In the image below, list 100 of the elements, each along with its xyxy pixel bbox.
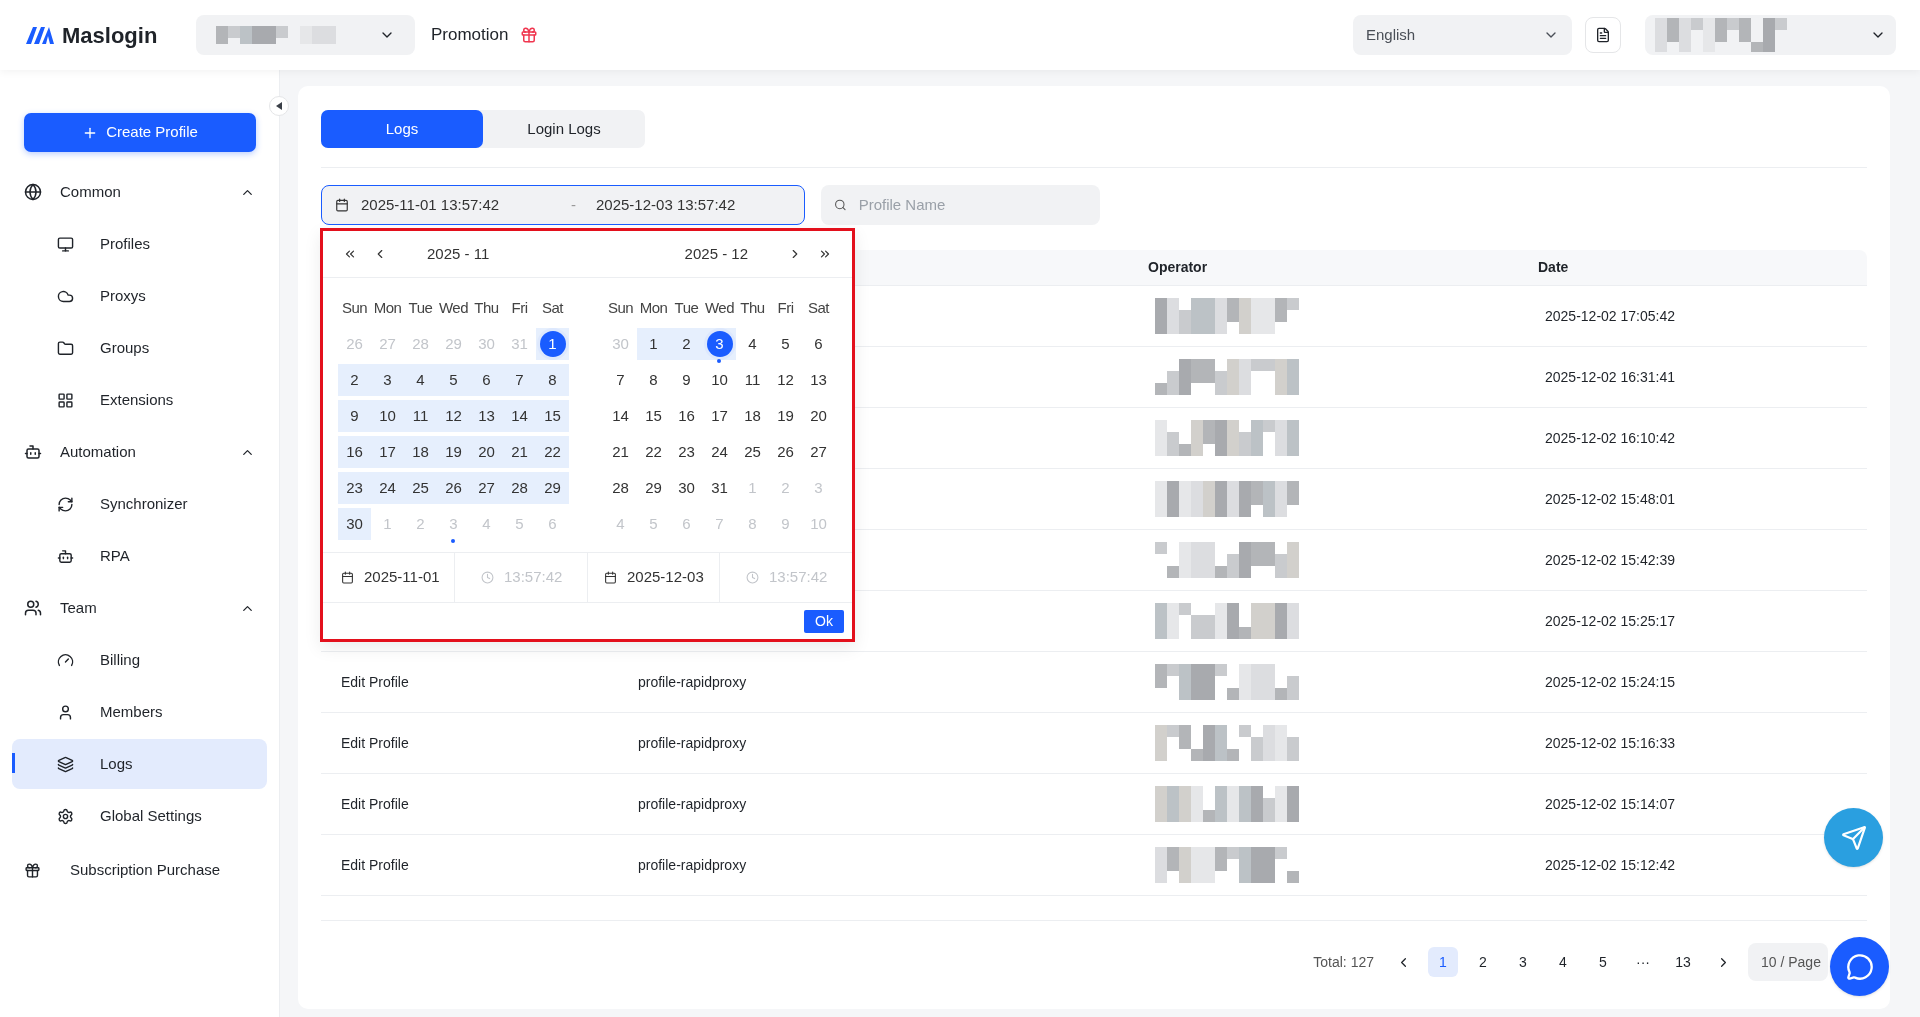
sidebar-item[interactable]: Extensions bbox=[12, 375, 267, 425]
table-cell: 2025-12-02 15:25:17 bbox=[1545, 612, 1675, 629]
day-cell[interactable]: 18 bbox=[739, 403, 766, 429]
table-cell: 2025-12-02 16:10:42 bbox=[1545, 429, 1675, 446]
table-cell: 2025-12-02 17:05:42 bbox=[1545, 307, 1675, 324]
tab[interactable]: Logs bbox=[321, 110, 483, 148]
page-button[interactable]: 1 bbox=[1428, 947, 1458, 977]
day-cell[interactable]: 27 bbox=[805, 439, 832, 465]
sidebar-group[interactable]: Automation bbox=[12, 426, 267, 478]
weekday-label: Wed bbox=[703, 297, 736, 318]
weekday-label: Tue bbox=[673, 297, 700, 318]
double-chevron-right-icon[interactable] bbox=[818, 247, 832, 261]
weekday-label: Sun bbox=[340, 297, 369, 318]
search-input[interactable]: Profile Name bbox=[858, 193, 1087, 217]
day-cell[interactable]: 11 bbox=[739, 367, 766, 393]
search-field[interactable]: Profile Name bbox=[821, 185, 1100, 225]
page-button[interactable]: 13 bbox=[1668, 947, 1698, 977]
weekday-label: Fri bbox=[776, 297, 795, 318]
ok-button[interactable]: Ok bbox=[804, 609, 844, 633]
language-select[interactable]: English bbox=[1353, 15, 1572, 55]
brand-name: Maslogin bbox=[62, 21, 158, 50]
day-cell[interactable]: 20 bbox=[805, 403, 832, 429]
day-cell[interactable]: 21 bbox=[607, 439, 634, 465]
day-cell[interactable]: 28 bbox=[607, 475, 634, 501]
day-cell[interactable]: 26 bbox=[772, 439, 799, 465]
range-separator: - bbox=[571, 194, 576, 215]
end-date-value: 2025-12-03 13:57:42 bbox=[596, 194, 736, 215]
day-cell[interactable]: 15 bbox=[640, 403, 667, 429]
day-cell[interactable]: 8 bbox=[640, 367, 667, 393]
item-icon bbox=[57, 235, 74, 253]
date-range-field[interactable]: 2025-11-01 13:57:42 - 2025-12-03 13:57:42 bbox=[321, 185, 805, 225]
double-chevron-left-icon[interactable] bbox=[343, 247, 357, 261]
sidebar-item[interactable]: RPA bbox=[12, 531, 267, 581]
sidebar-group[interactable]: Team bbox=[12, 582, 267, 634]
group-icon bbox=[24, 183, 42, 201]
table-cell: 2025-12-02 15:42:39 bbox=[1545, 551, 1675, 568]
table-cell: Edit Profile bbox=[341, 856, 409, 873]
sidebar-item[interactable]: Subscription Purchase bbox=[12, 842, 267, 898]
start-date-field[interactable]: 2025-11-01 bbox=[323, 553, 455, 602]
item-icon bbox=[57, 495, 74, 513]
sidebar-group[interactable]: Common bbox=[12, 166, 267, 218]
weekday-label: Sun bbox=[606, 297, 635, 318]
page-size-select[interactable]: 10 / Page bbox=[1748, 943, 1828, 981]
item-icon bbox=[57, 703, 74, 721]
day-cell[interactable]: 4 bbox=[739, 331, 766, 357]
day-cell[interactable]: 10 bbox=[706, 367, 733, 393]
sidebar-item[interactable]: Global Settings bbox=[12, 791, 267, 841]
day-cell[interactable]: 12 bbox=[772, 367, 799, 393]
chat-bubble-icon bbox=[1845, 952, 1874, 981]
month-title[interactable]: 2025 - 11 bbox=[427, 242, 490, 266]
weekday-label: Mon bbox=[638, 297, 669, 318]
page-button[interactable]: 3 bbox=[1508, 947, 1538, 977]
sidebar-item[interactable]: Profiles bbox=[12, 219, 267, 269]
day-cell[interactable]: 17 bbox=[706, 403, 733, 429]
sidebar-item[interactable]: Logs bbox=[12, 739, 267, 789]
day-cell[interactable]: 24 bbox=[706, 439, 733, 465]
day-cell[interactable]: 1 bbox=[539, 331, 566, 357]
collapse-button[interactable] bbox=[269, 96, 289, 116]
table-cell: 2025-12-02 15:12:42 bbox=[1545, 856, 1675, 873]
tab[interactable]: Login Logs bbox=[483, 110, 645, 148]
sidebar-item[interactable]: Synchronizer bbox=[12, 479, 267, 529]
day-cell[interactable]: 19 bbox=[772, 403, 799, 429]
day-cell[interactable]: 29 bbox=[640, 475, 667, 501]
day-cell[interactable]: 3 bbox=[706, 331, 733, 357]
sidebar-item[interactable]: Groups bbox=[12, 323, 267, 373]
day-cell[interactable]: 30 bbox=[673, 475, 700, 501]
page-button[interactable]: 4 bbox=[1548, 947, 1578, 977]
gift-icon bbox=[24, 861, 41, 879]
page-button[interactable]: 2 bbox=[1468, 947, 1498, 977]
table-cell: profile-rapidproxy bbox=[638, 856, 747, 873]
item-icon bbox=[57, 391, 74, 409]
document-icon bbox=[1595, 27, 1611, 43]
day-cell[interactable]: 16 bbox=[673, 403, 700, 429]
item-icon bbox=[57, 547, 74, 565]
sidebar-item[interactable]: Billing bbox=[12, 635, 267, 685]
day-cell[interactable]: 5 bbox=[772, 331, 799, 357]
sidebar-item[interactable]: Members bbox=[12, 687, 267, 737]
page-button[interactable]: ··· bbox=[1628, 947, 1658, 977]
day-cell[interactable]: 9 bbox=[673, 367, 700, 393]
day-cell[interactable]: 6 bbox=[805, 331, 832, 357]
paper-plane-icon bbox=[1840, 824, 1867, 851]
day-cell[interactable]: 14 bbox=[607, 403, 634, 429]
item-icon bbox=[57, 755, 74, 773]
table-cell: 2025-12-02 16:31:41 bbox=[1545, 368, 1675, 385]
day-cell[interactable]: 22 bbox=[640, 439, 667, 465]
day-cell[interactable]: 31 bbox=[706, 475, 733, 501]
day-cell[interactable]: 7 bbox=[607, 367, 634, 393]
create-profile-button[interactable]: Create Profile bbox=[24, 113, 256, 152]
document-button[interactable] bbox=[1585, 17, 1621, 53]
sidebar-item[interactable]: Proxys bbox=[12, 271, 267, 321]
promotion-link[interactable]: Promotion bbox=[431, 22, 509, 48]
page-button[interactable]: 5 bbox=[1588, 947, 1618, 977]
weekday-label: Fri bbox=[510, 297, 529, 318]
weekday-label: Wed bbox=[437, 297, 470, 318]
end-date-field[interactable]: 2025-12-03 bbox=[588, 553, 720, 602]
day-cell[interactable]: 13 bbox=[805, 367, 832, 393]
table-cell: 2025-12-02 15:48:01 bbox=[1545, 490, 1675, 507]
month-title[interactable]: 2025 - 12 bbox=[684, 242, 748, 266]
day-cell[interactable]: 25 bbox=[739, 439, 766, 465]
day-cell[interactable]: 23 bbox=[673, 439, 700, 465]
